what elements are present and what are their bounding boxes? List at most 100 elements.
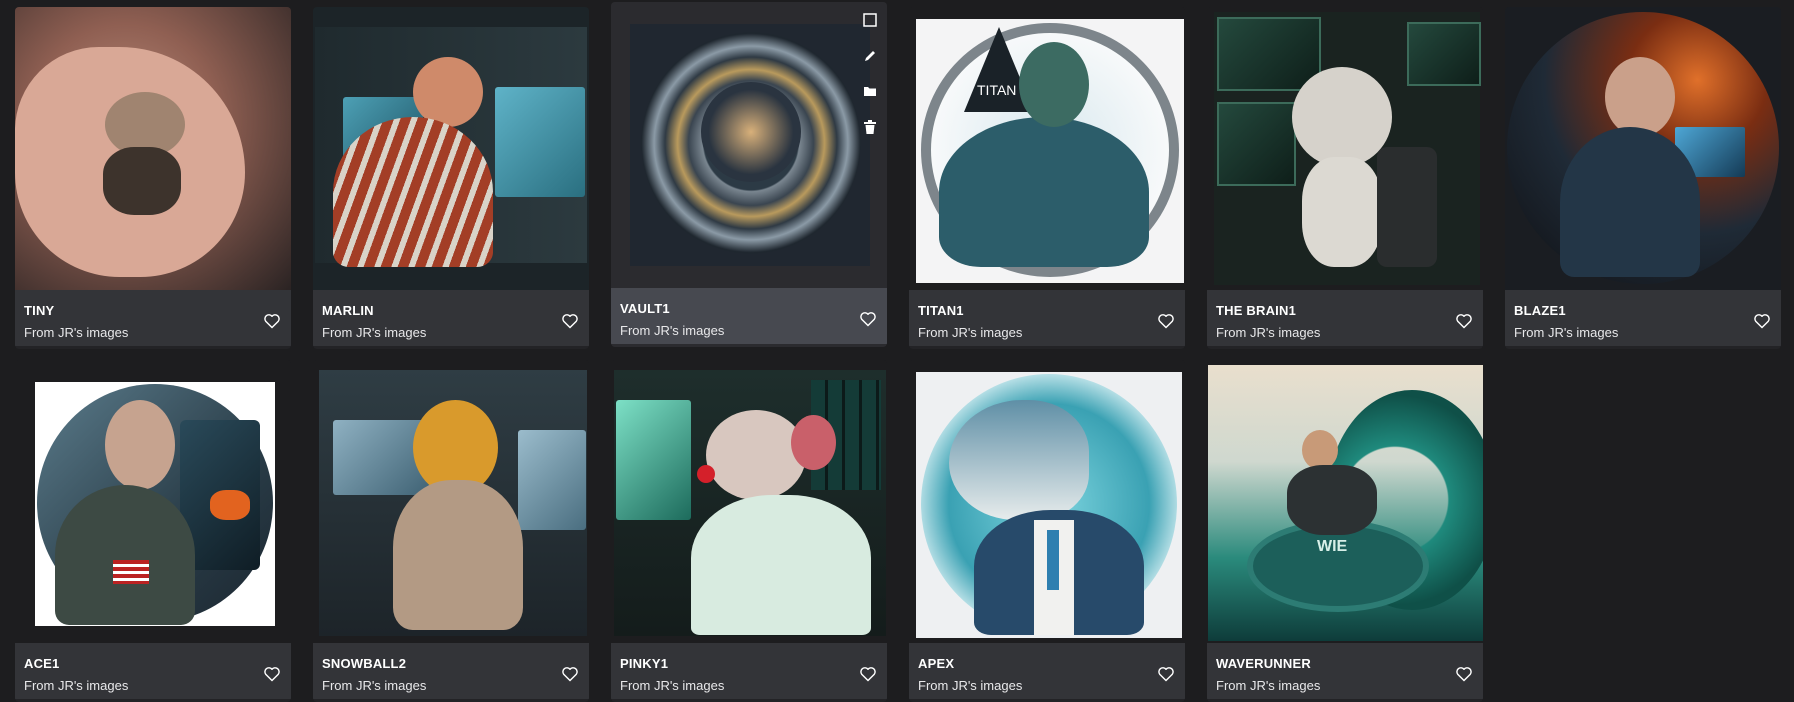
card-footer: THE BRAIN1 From JR's images	[1207, 290, 1483, 346]
titan-logo-text: TITAN	[977, 82, 1017, 98]
card-title: SNOWBALL2	[322, 656, 407, 671]
image-thumbnail[interactable]: TITAN	[909, 7, 1185, 290]
character-head	[706, 410, 806, 500]
card-footer: PINKY1 From JR's images	[611, 643, 887, 699]
heart-icon[interactable]	[859, 311, 877, 327]
edit-pencil-icon[interactable]	[861, 47, 879, 65]
mouse-body	[103, 147, 181, 215]
card-source[interactable]: From JR's images	[24, 325, 128, 340]
heart-icon[interactable]	[859, 666, 877, 682]
image-card-apex[interactable]: APEX From JR's images	[909, 360, 1185, 702]
heart-icon[interactable]	[1455, 666, 1473, 682]
character-head	[105, 400, 175, 490]
heart-icon[interactable]	[263, 666, 281, 682]
image-card-ace1[interactable]: ACE1 From JR's images	[15, 360, 291, 702]
chair-shape	[1377, 147, 1437, 267]
card-title: APEX	[918, 656, 955, 671]
character-body	[939, 117, 1149, 267]
character-head	[1302, 430, 1338, 470]
image-card-blaze1[interactable]: BLAZE1 From JR's images	[1505, 7, 1781, 349]
card-title: VAULT1	[620, 301, 670, 316]
card-title: TITAN1	[918, 303, 964, 318]
card-footer: WAVERUNNER From JR's images	[1207, 643, 1483, 699]
image-thumbnail[interactable]	[909, 360, 1185, 643]
chart-flame	[210, 490, 250, 520]
character-body	[393, 480, 523, 630]
monitor-shape	[1407, 22, 1481, 86]
card-footer: SNOWBALL2 From JR's images	[313, 643, 589, 699]
image-thumbnail[interactable]: WIE	[1207, 360, 1483, 643]
image-card-vault1[interactable]: VAULT1 From JR's images	[611, 2, 887, 347]
card-title: BLAZE1	[1514, 303, 1566, 318]
vault-center-portrait	[701, 82, 801, 182]
card-source[interactable]: From JR's images	[918, 678, 1022, 693]
character-head	[1605, 57, 1675, 137]
card-title: TINY	[24, 303, 55, 318]
monitor-shape	[1217, 102, 1296, 186]
folder-icon[interactable]	[861, 82, 879, 100]
character-head	[413, 57, 483, 127]
card-footer: TINY From JR's images	[15, 290, 291, 346]
image-thumbnail[interactable]	[611, 360, 887, 643]
card-source[interactable]: From JR's images	[1514, 325, 1618, 340]
image-card-titan1[interactable]: TITAN TITAN1 From JR's images	[909, 7, 1185, 349]
monitor-shape	[616, 400, 691, 520]
heart-icon[interactable]	[1157, 666, 1175, 682]
character-body	[1560, 127, 1700, 277]
card-footer: ACE1 From JR's images	[15, 643, 291, 699]
card-source[interactable]: From JR's images	[1216, 678, 1320, 693]
image-card-the-brain1[interactable]: THE BRAIN1 From JR's images	[1207, 7, 1483, 349]
image-card-marlin[interactable]: MARLIN From JR's images	[313, 7, 589, 349]
card-footer: TITAN1 From JR's images	[909, 290, 1185, 346]
character-body	[1287, 465, 1377, 535]
monitor-shape	[1217, 17, 1321, 91]
trash-icon[interactable]	[861, 118, 879, 136]
character-body	[691, 495, 871, 635]
character-nose	[697, 465, 715, 483]
image-card-snowball2[interactable]: SNOWBALL2 From JR's images	[313, 360, 589, 702]
heart-icon[interactable]	[561, 313, 579, 329]
image-thumbnail[interactable]	[1207, 7, 1483, 290]
heart-icon[interactable]	[561, 666, 579, 682]
image-thumbnail[interactable]	[313, 360, 589, 643]
heart-icon[interactable]	[1157, 313, 1175, 329]
heart-icon[interactable]	[1753, 313, 1771, 329]
flag-patch	[113, 560, 149, 584]
card-title: MARLIN	[322, 303, 374, 318]
card-source[interactable]: From JR's images	[918, 325, 1022, 340]
image-card-tiny[interactable]: TINY From JR's images	[15, 7, 291, 349]
character-head	[1019, 42, 1089, 127]
tie	[1047, 530, 1059, 590]
shark-head	[949, 400, 1089, 520]
image-card-waverunner[interactable]: WIE WAVERUNNER From JR's images	[1207, 360, 1483, 702]
card-title: PINKY1	[620, 656, 669, 671]
card-title: WAVERUNNER	[1216, 656, 1311, 671]
card-source[interactable]: From JR's images	[1216, 325, 1320, 340]
card-source[interactable]: From JR's images	[322, 678, 426, 693]
card-source[interactable]: From JR's images	[620, 323, 724, 338]
image-thumbnail[interactable]	[1505, 7, 1781, 290]
monitor-shape	[518, 430, 586, 530]
image-thumbnail[interactable]	[313, 7, 589, 290]
card-footer: VAULT1 From JR's images	[611, 288, 887, 344]
card-footer: APEX From JR's images	[909, 643, 1185, 699]
card-source[interactable]: From JR's images	[620, 678, 724, 693]
image-thumbnail[interactable]	[15, 360, 291, 643]
heart-icon[interactable]	[1455, 313, 1473, 329]
character-ear	[791, 415, 836, 470]
character-body	[1302, 157, 1382, 267]
character-body	[333, 117, 493, 267]
card-footer: BLAZE1 From JR's images	[1505, 290, 1781, 346]
image-thumbnail[interactable]	[15, 7, 291, 290]
character-body	[55, 485, 195, 625]
image-card-pinky1[interactable]: PINKY1 From JR's images	[611, 360, 887, 702]
image-thumbnail[interactable]	[611, 2, 887, 290]
select-checkbox-icon[interactable]	[861, 11, 879, 29]
heart-icon[interactable]	[263, 313, 281, 329]
card-source[interactable]: From JR's images	[24, 678, 128, 693]
hover-toolbar	[853, 2, 887, 152]
card-footer: MARLIN From JR's images	[313, 290, 589, 346]
float-text: WIE	[1317, 538, 1348, 555]
card-source[interactable]: From JR's images	[322, 325, 426, 340]
card-title: THE BRAIN1	[1216, 303, 1297, 318]
